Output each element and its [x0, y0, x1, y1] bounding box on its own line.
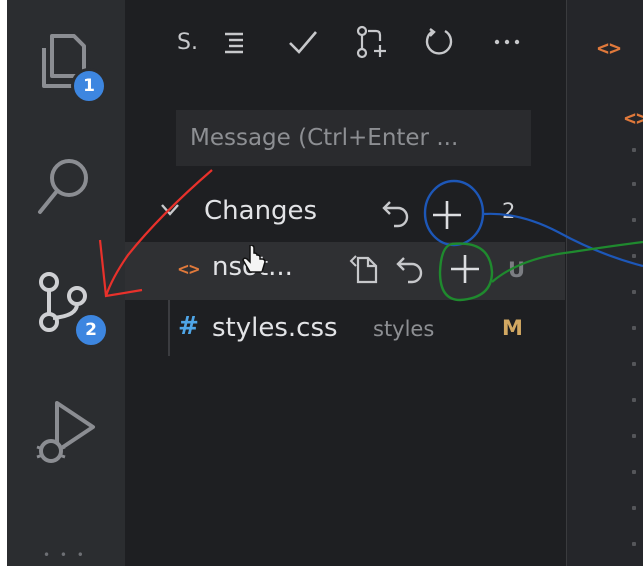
discard-all-changes-icon[interactable]	[382, 198, 412, 232]
file-description-2: styles	[373, 317, 435, 341]
ellipsis-icon	[494, 39, 520, 45]
stage-all-changes-icon[interactable]	[430, 198, 464, 232]
git-pull-request-icon	[356, 25, 386, 59]
commit-button[interactable]	[285, 12, 321, 72]
refresh-icon	[425, 28, 453, 55]
check-icon	[289, 31, 317, 54]
changes-label: Changes	[204, 196, 318, 226]
file-name-2: styles.css	[212, 313, 338, 343]
commit-message-input[interactable]	[176, 110, 531, 166]
open-file-icon[interactable]	[348, 254, 380, 286]
list-tree-icon	[225, 32, 243, 54]
gutter-marker	[632, 470, 636, 474]
more-actions-button[interactable]: • • •	[43, 548, 93, 566]
gutter-marker	[632, 398, 636, 402]
activity-bar: 1 2 • • •	[7, 0, 125, 566]
gutter-marker	[632, 434, 636, 438]
source-control-badge: 2	[73, 312, 109, 348]
search-icon	[38, 159, 88, 214]
ellipsis-icon: • • •	[43, 548, 87, 562]
explorer-button[interactable]: 1	[7, 10, 125, 120]
html-file-icon: <>	[178, 259, 200, 280]
refresh-button[interactable]	[421, 12, 457, 72]
run-debug-icon	[36, 401, 95, 463]
mouse-pointer-icon	[242, 245, 266, 273]
run-debug-button[interactable]	[7, 375, 125, 485]
breadcrumb-html-icon: <>	[624, 106, 643, 130]
search-button[interactable]	[7, 130, 125, 240]
gutter-marker	[632, 290, 636, 294]
source-control-button[interactable]: 2	[7, 248, 125, 358]
view-as-tree-button[interactable]	[217, 12, 251, 72]
changes-count: 2	[502, 199, 516, 223]
editor-tab-html-icon[interactable]: <>	[597, 36, 621, 60]
explorer-badge: 1	[71, 68, 107, 104]
scm-toolbar: S.	[125, 12, 565, 72]
more-actions-toolbar-button[interactable]	[487, 12, 527, 72]
gutter-marker	[632, 362, 636, 366]
gutter-marker	[632, 182, 636, 186]
gutter-marker	[632, 326, 636, 330]
stage-changes-icon[interactable]	[448, 252, 482, 286]
editor-area[interactable]	[567, 0, 643, 566]
css-file-icon: #	[178, 311, 199, 340]
gutter-marker	[632, 542, 636, 546]
discard-changes-icon[interactable]	[396, 254, 426, 288]
file-status-modified: M	[502, 316, 523, 340]
chevron-down-icon[interactable]	[160, 203, 180, 217]
file-status-untracked: U	[508, 258, 526, 282]
create-pull-request-button[interactable]	[351, 12, 391, 72]
vscode-window: 1 2 • • • S. Message (Ctrl+Enter ... Cha…	[0, 0, 643, 571]
gutter-marker	[632, 506, 636, 510]
changes-group-header[interactable]	[125, 186, 565, 244]
gutter-marker	[632, 148, 636, 152]
gutter-marker	[632, 218, 636, 222]
gutter-marker	[632, 254, 636, 258]
scm-title: S.	[177, 29, 198, 55]
